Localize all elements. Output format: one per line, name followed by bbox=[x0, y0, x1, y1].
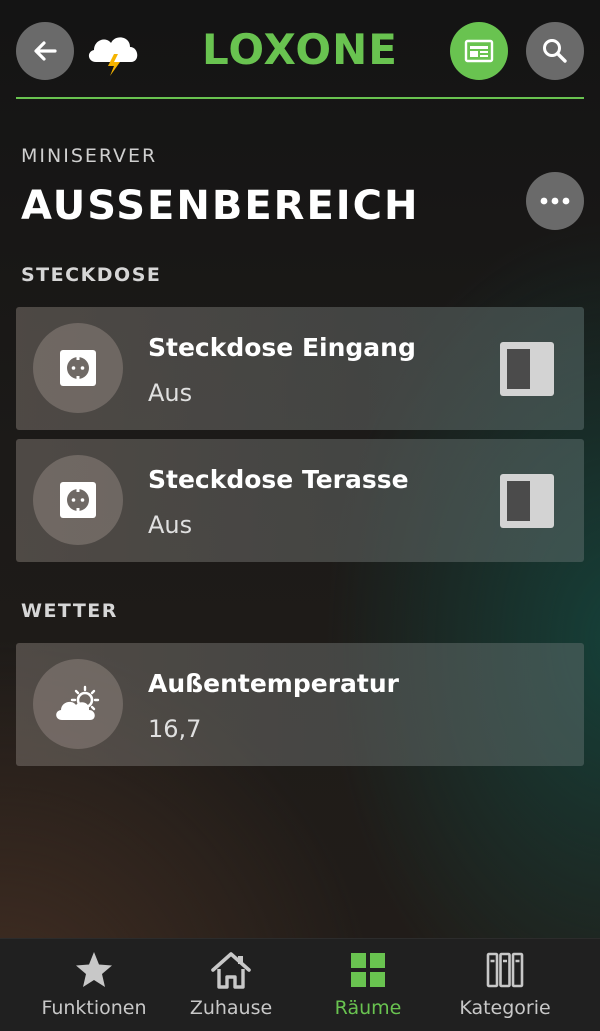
bottom-navigation: Funktionen Zuhause Räume Kategorie bbox=[0, 938, 600, 1031]
nav-item-funktionen[interactable]: Funktionen bbox=[19, 939, 169, 1031]
star-icon bbox=[76, 952, 112, 987]
search-icon bbox=[543, 39, 567, 63]
card-value: 16,7 bbox=[148, 715, 202, 743]
switch-knob bbox=[507, 349, 530, 389]
nav-label: Funktionen bbox=[41, 997, 147, 1019]
app-header: LOXONE bbox=[0, 0, 600, 100]
search-button[interactable] bbox=[526, 22, 584, 80]
control-card-aussentemperatur[interactable]: Außentemperatur 16,7 bbox=[16, 643, 584, 766]
house-icon bbox=[211, 952, 251, 989]
card-icon-wrapper bbox=[33, 659, 123, 749]
card-title: Steckdose Terasse bbox=[148, 465, 409, 494]
switch-knob bbox=[507, 481, 530, 521]
switch-toggle[interactable] bbox=[500, 474, 554, 528]
card-icon-wrapper bbox=[33, 455, 123, 545]
card-title: Außentemperatur bbox=[148, 669, 399, 698]
control-card-steckdose-eingang[interactable]: Steckdose Eingang Aus bbox=[16, 307, 584, 430]
card-state: Aus bbox=[148, 379, 193, 407]
power-socket-icon bbox=[60, 350, 96, 386]
rooms-grid-icon bbox=[351, 953, 385, 987]
arrow-left-icon bbox=[34, 41, 57, 61]
room-title: AUSSENBEREICH bbox=[21, 183, 420, 229]
switch-toggle[interactable] bbox=[500, 342, 554, 396]
nav-item-raeume[interactable]: Räume bbox=[293, 939, 443, 1031]
section-label-steckdose: STECKDOSE bbox=[21, 264, 162, 286]
control-card-steckdose-terasse[interactable]: Steckdose Terasse Aus bbox=[16, 439, 584, 562]
section-label-wetter: WETTER bbox=[21, 600, 118, 622]
back-button[interactable] bbox=[16, 22, 74, 80]
nav-item-zuhause[interactable]: Zuhause bbox=[156, 939, 306, 1031]
binders-icon bbox=[486, 952, 524, 988]
news-button[interactable] bbox=[450, 22, 508, 80]
thunderstorm-cloud-icon bbox=[88, 37, 138, 76]
card-state: Aus bbox=[148, 511, 193, 539]
more-options-button[interactable] bbox=[526, 172, 584, 230]
more-dots-icon bbox=[540, 197, 570, 205]
card-icon-wrapper bbox=[33, 323, 123, 413]
nav-label: Zuhause bbox=[189, 997, 273, 1019]
nav-label: Räume bbox=[334, 997, 402, 1019]
loxone-logo: LOXONE bbox=[202, 25, 398, 74]
room-subtitle: MINISERVER bbox=[21, 145, 158, 167]
nav-label: Kategorie bbox=[459, 997, 551, 1019]
nav-item-kategorie[interactable]: Kategorie bbox=[430, 939, 580, 1031]
header-divider bbox=[16, 97, 584, 99]
partly-cloudy-icon bbox=[56, 685, 100, 720]
newspaper-icon bbox=[464, 39, 494, 63]
weather-status-button[interactable] bbox=[84, 24, 142, 76]
power-socket-icon bbox=[60, 482, 96, 518]
card-title: Steckdose Eingang bbox=[148, 333, 416, 362]
